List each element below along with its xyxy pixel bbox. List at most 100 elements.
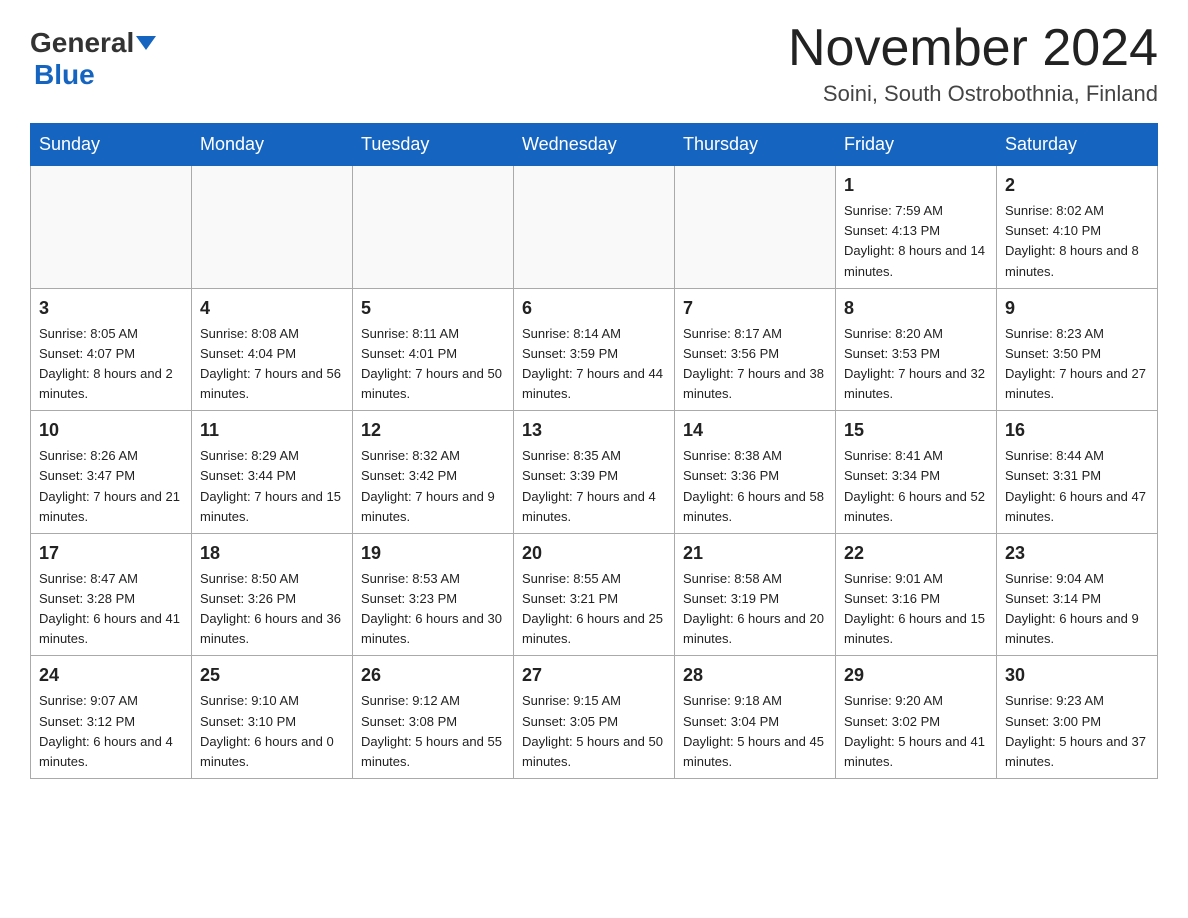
col-header-tuesday: Tuesday — [353, 124, 514, 166]
day-info: Sunrise: 8:20 AM Sunset: 3:53 PM Dayligh… — [844, 324, 988, 405]
day-info: Sunrise: 9:23 AM Sunset: 3:00 PM Dayligh… — [1005, 691, 1149, 772]
calendar-header-row: SundayMondayTuesdayWednesdayThursdayFrid… — [31, 124, 1158, 166]
day-info: Sunrise: 8:44 AM Sunset: 3:31 PM Dayligh… — [1005, 446, 1149, 527]
day-number: 21 — [683, 540, 827, 567]
calendar-cell: 9Sunrise: 8:23 AM Sunset: 3:50 PM Daylig… — [997, 288, 1158, 411]
calendar-table: SundayMondayTuesdayWednesdayThursdayFrid… — [30, 123, 1158, 779]
day-info: Sunrise: 9:15 AM Sunset: 3:05 PM Dayligh… — [522, 691, 666, 772]
calendar-cell: 16Sunrise: 8:44 AM Sunset: 3:31 PM Dayli… — [997, 411, 1158, 534]
calendar-cell: 3Sunrise: 8:05 AM Sunset: 4:07 PM Daylig… — [31, 288, 192, 411]
day-info: Sunrise: 8:41 AM Sunset: 3:34 PM Dayligh… — [844, 446, 988, 527]
calendar-cell: 21Sunrise: 8:58 AM Sunset: 3:19 PM Dayli… — [675, 533, 836, 656]
day-number: 16 — [1005, 417, 1149, 444]
calendar-cell: 20Sunrise: 8:55 AM Sunset: 3:21 PM Dayli… — [514, 533, 675, 656]
calendar-week-row: 10Sunrise: 8:26 AM Sunset: 3:47 PM Dayli… — [31, 411, 1158, 534]
day-info: Sunrise: 8:50 AM Sunset: 3:26 PM Dayligh… — [200, 569, 344, 650]
calendar-cell: 24Sunrise: 9:07 AM Sunset: 3:12 PM Dayli… — [31, 656, 192, 779]
calendar-cell: 15Sunrise: 8:41 AM Sunset: 3:34 PM Dayli… — [836, 411, 997, 534]
calendar-cell: 2Sunrise: 8:02 AM Sunset: 4:10 PM Daylig… — [997, 166, 1158, 289]
calendar-cell: 10Sunrise: 8:26 AM Sunset: 3:47 PM Dayli… — [31, 411, 192, 534]
logo: General Blue — [30, 28, 156, 91]
calendar-cell: 4Sunrise: 8:08 AM Sunset: 4:04 PM Daylig… — [192, 288, 353, 411]
calendar-cell: 29Sunrise: 9:20 AM Sunset: 3:02 PM Dayli… — [836, 656, 997, 779]
day-info: Sunrise: 9:18 AM Sunset: 3:04 PM Dayligh… — [683, 691, 827, 772]
calendar-cell: 27Sunrise: 9:15 AM Sunset: 3:05 PM Dayli… — [514, 656, 675, 779]
col-header-wednesday: Wednesday — [514, 124, 675, 166]
col-header-saturday: Saturday — [997, 124, 1158, 166]
day-number: 10 — [39, 417, 183, 444]
day-number: 15 — [844, 417, 988, 444]
calendar-cell — [192, 166, 353, 289]
calendar-cell: 23Sunrise: 9:04 AM Sunset: 3:14 PM Dayli… — [997, 533, 1158, 656]
col-header-monday: Monday — [192, 124, 353, 166]
calendar-cell: 6Sunrise: 8:14 AM Sunset: 3:59 PM Daylig… — [514, 288, 675, 411]
day-info: Sunrise: 7:59 AM Sunset: 4:13 PM Dayligh… — [844, 201, 988, 282]
day-number: 18 — [200, 540, 344, 567]
day-info: Sunrise: 8:32 AM Sunset: 3:42 PM Dayligh… — [361, 446, 505, 527]
calendar-cell — [31, 166, 192, 289]
day-info: Sunrise: 8:55 AM Sunset: 3:21 PM Dayligh… — [522, 569, 666, 650]
day-info: Sunrise: 8:35 AM Sunset: 3:39 PM Dayligh… — [522, 446, 666, 527]
day-number: 5 — [361, 295, 505, 322]
day-number: 2 — [1005, 172, 1149, 199]
day-number: 22 — [844, 540, 988, 567]
calendar-week-row: 1Sunrise: 7:59 AM Sunset: 4:13 PM Daylig… — [31, 166, 1158, 289]
calendar-cell: 13Sunrise: 8:35 AM Sunset: 3:39 PM Dayli… — [514, 411, 675, 534]
day-number: 3 — [39, 295, 183, 322]
day-number: 13 — [522, 417, 666, 444]
day-info: Sunrise: 8:23 AM Sunset: 3:50 PM Dayligh… — [1005, 324, 1149, 405]
logo-text-blue: Blue — [34, 59, 95, 91]
col-header-sunday: Sunday — [31, 124, 192, 166]
day-info: Sunrise: 8:29 AM Sunset: 3:44 PM Dayligh… — [200, 446, 344, 527]
day-number: 24 — [39, 662, 183, 689]
calendar-week-row: 24Sunrise: 9:07 AM Sunset: 3:12 PM Dayli… — [31, 656, 1158, 779]
calendar-cell — [514, 166, 675, 289]
day-number: 30 — [1005, 662, 1149, 689]
day-number: 19 — [361, 540, 505, 567]
day-info: Sunrise: 9:10 AM Sunset: 3:10 PM Dayligh… — [200, 691, 344, 772]
calendar-week-row: 3Sunrise: 8:05 AM Sunset: 4:07 PM Daylig… — [31, 288, 1158, 411]
calendar-cell: 30Sunrise: 9:23 AM Sunset: 3:00 PM Dayli… — [997, 656, 1158, 779]
day-info: Sunrise: 8:26 AM Sunset: 3:47 PM Dayligh… — [39, 446, 183, 527]
calendar-cell — [353, 166, 514, 289]
header: General Blue November 2024 Soini, South … — [30, 20, 1158, 107]
day-number: 14 — [683, 417, 827, 444]
day-number: 29 — [844, 662, 988, 689]
col-header-thursday: Thursday — [675, 124, 836, 166]
title-area: November 2024 Soini, South Ostrobothnia,… — [788, 20, 1158, 107]
day-info: Sunrise: 9:04 AM Sunset: 3:14 PM Dayligh… — [1005, 569, 1149, 650]
calendar-cell: 7Sunrise: 8:17 AM Sunset: 3:56 PM Daylig… — [675, 288, 836, 411]
logo-triangle-icon — [136, 36, 156, 50]
day-info: Sunrise: 9:20 AM Sunset: 3:02 PM Dayligh… — [844, 691, 988, 772]
day-info: Sunrise: 9:07 AM Sunset: 3:12 PM Dayligh… — [39, 691, 183, 772]
day-info: Sunrise: 8:14 AM Sunset: 3:59 PM Dayligh… — [522, 324, 666, 405]
calendar-cell: 25Sunrise: 9:10 AM Sunset: 3:10 PM Dayli… — [192, 656, 353, 779]
day-info: Sunrise: 8:05 AM Sunset: 4:07 PM Dayligh… — [39, 324, 183, 405]
day-number: 23 — [1005, 540, 1149, 567]
month-title: November 2024 — [788, 20, 1158, 77]
day-info: Sunrise: 8:47 AM Sunset: 3:28 PM Dayligh… — [39, 569, 183, 650]
day-number: 11 — [200, 417, 344, 444]
day-info: Sunrise: 9:12 AM Sunset: 3:08 PM Dayligh… — [361, 691, 505, 772]
calendar-cell: 12Sunrise: 8:32 AM Sunset: 3:42 PM Dayli… — [353, 411, 514, 534]
day-info: Sunrise: 9:01 AM Sunset: 3:16 PM Dayligh… — [844, 569, 988, 650]
day-info: Sunrise: 8:53 AM Sunset: 3:23 PM Dayligh… — [361, 569, 505, 650]
calendar-cell: 22Sunrise: 9:01 AM Sunset: 3:16 PM Dayli… — [836, 533, 997, 656]
day-number: 4 — [200, 295, 344, 322]
day-number: 17 — [39, 540, 183, 567]
calendar-cell: 18Sunrise: 8:50 AM Sunset: 3:26 PM Dayli… — [192, 533, 353, 656]
location-title: Soini, South Ostrobothnia, Finland — [788, 81, 1158, 107]
col-header-friday: Friday — [836, 124, 997, 166]
day-number: 25 — [200, 662, 344, 689]
day-number: 26 — [361, 662, 505, 689]
day-info: Sunrise: 8:38 AM Sunset: 3:36 PM Dayligh… — [683, 446, 827, 527]
calendar-cell: 11Sunrise: 8:29 AM Sunset: 3:44 PM Dayli… — [192, 411, 353, 534]
day-number: 1 — [844, 172, 988, 199]
day-number: 7 — [683, 295, 827, 322]
day-info: Sunrise: 8:17 AM Sunset: 3:56 PM Dayligh… — [683, 324, 827, 405]
calendar-cell: 19Sunrise: 8:53 AM Sunset: 3:23 PM Dayli… — [353, 533, 514, 656]
calendar-cell: 1Sunrise: 7:59 AM Sunset: 4:13 PM Daylig… — [836, 166, 997, 289]
calendar-week-row: 17Sunrise: 8:47 AM Sunset: 3:28 PM Dayli… — [31, 533, 1158, 656]
day-number: 8 — [844, 295, 988, 322]
calendar-cell: 14Sunrise: 8:38 AM Sunset: 3:36 PM Dayli… — [675, 411, 836, 534]
